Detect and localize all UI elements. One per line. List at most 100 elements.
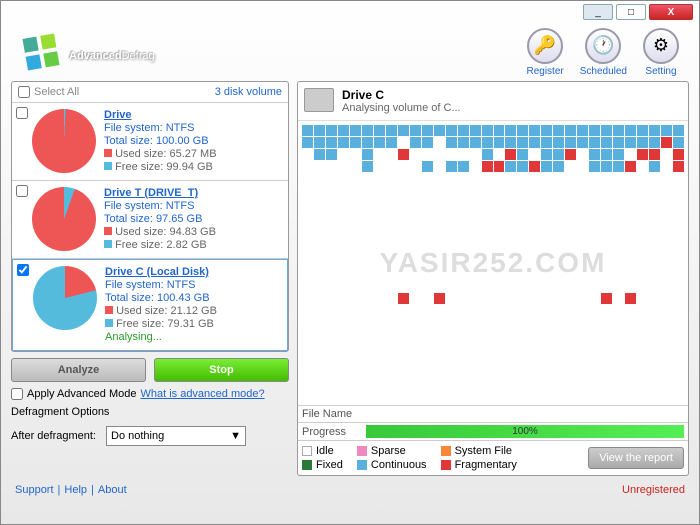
legend-system: System File	[441, 445, 517, 457]
drive-item[interactable]: Drive File system: NTFS Total size: 100.…	[12, 103, 288, 181]
left-panel: Select All 3 disk volume Drive File syst…	[11, 81, 289, 476]
cluster-cell	[386, 161, 397, 172]
cluster-cell	[458, 209, 469, 220]
cluster-cell	[386, 293, 397, 304]
apply-advanced-mode-checkbox[interactable]: Apply Advanced Mode What is advanced mod…	[11, 388, 289, 400]
cluster-cell	[302, 137, 313, 148]
cluster-cell	[482, 293, 493, 304]
pie-chart-icon	[32, 187, 96, 251]
close-button[interactable]: X	[649, 4, 693, 20]
drive-item-selected[interactable]: Drive C (Local Disk) File system: NTFS T…	[12, 259, 288, 351]
cluster-cell	[577, 209, 588, 220]
cluster-cell	[565, 149, 576, 160]
drive-checkbox[interactable]	[16, 185, 28, 197]
cluster-cell	[410, 293, 421, 304]
cluster-cell	[529, 149, 540, 160]
legend-fragmentary: Fragmentary	[441, 459, 517, 471]
view-report-button[interactable]: View the report	[588, 447, 684, 469]
cluster-cell	[362, 281, 373, 292]
cluster-cell	[637, 197, 648, 208]
cluster-cell	[529, 221, 540, 232]
cluster-cell	[517, 293, 528, 304]
cluster-cell	[362, 197, 373, 208]
maximize-button[interactable]: □	[616, 4, 646, 20]
cluster-cell	[482, 125, 493, 136]
cluster-cell	[314, 173, 325, 184]
cluster-cell	[434, 185, 445, 196]
cluster-cell	[577, 137, 588, 148]
cluster-cell	[326, 149, 337, 160]
help-link[interactable]: Help	[64, 484, 87, 496]
cluster-cell	[589, 125, 600, 136]
cluster-cell	[458, 197, 469, 208]
cluster-cell	[338, 185, 349, 196]
cluster-cell	[613, 233, 624, 244]
what-advanced-link[interactable]: What is advanced mode?	[140, 388, 264, 400]
cluster-cell	[422, 125, 433, 136]
cluster-cell	[625, 245, 636, 256]
drive-item[interactable]: Drive T (DRIVE_T) File system: NTFS Tota…	[12, 181, 288, 259]
cluster-cell	[302, 293, 313, 304]
drive-checkbox[interactable]	[16, 107, 28, 119]
analyze-button[interactable]: Analyze	[11, 358, 146, 382]
about-link[interactable]: About	[98, 484, 127, 496]
cluster-cell	[386, 185, 397, 196]
cluster-cell	[314, 149, 325, 160]
cluster-cell	[374, 281, 385, 292]
pie-chart-icon	[33, 266, 97, 330]
cluster-cell	[517, 209, 528, 220]
cluster-cell	[410, 233, 421, 244]
cluster-cell	[541, 149, 552, 160]
cluster-cell	[398, 137, 409, 148]
cluster-cell	[577, 161, 588, 172]
stop-button[interactable]: Stop	[154, 358, 289, 382]
cluster-cell	[577, 185, 588, 196]
after-defragment-combo[interactable]: Do nothing ▼	[106, 426, 246, 446]
select-all-checkbox[interactable]: Select All	[18, 86, 79, 98]
cluster-cell	[326, 197, 337, 208]
cluster-cell	[649, 137, 660, 148]
cluster-cell	[505, 125, 516, 136]
scheduled-button[interactable]: 🕐 Scheduled	[580, 28, 627, 77]
legend: Idle Sparse System File Fixed Continuous…	[298, 440, 688, 475]
watermark: YASIR252.COM	[380, 247, 607, 279]
support-link[interactable]: Support	[15, 484, 54, 496]
cluster-cell	[302, 257, 313, 268]
minimize-button[interactable]: _	[583, 4, 613, 20]
drive-checkbox[interactable]	[17, 264, 29, 276]
cluster-cell	[410, 173, 421, 184]
cluster-cell	[625, 293, 636, 304]
cluster-cell	[637, 161, 648, 172]
cluster-cell	[529, 197, 540, 208]
cluster-cell	[374, 125, 385, 136]
cluster-cell	[661, 197, 672, 208]
cluster-cell	[661, 185, 672, 196]
cluster-cell	[434, 173, 445, 184]
register-button[interactable]: 🔑 Register	[526, 28, 563, 77]
cluster-cell	[661, 209, 672, 220]
cluster-cell	[350, 257, 361, 268]
cluster-cell	[362, 173, 373, 184]
cluster-cell	[565, 221, 576, 232]
cluster-cell	[505, 173, 516, 184]
setting-button[interactable]: ⚙ Setting	[643, 28, 679, 77]
cluster-cell	[314, 197, 325, 208]
cluster-cell	[625, 137, 636, 148]
drive-list: Select All 3 disk volume Drive File syst…	[11, 81, 289, 352]
cluster-cell	[565, 137, 576, 148]
cluster-cell	[338, 161, 349, 172]
cluster-cell	[613, 221, 624, 232]
cluster-cell	[613, 257, 624, 268]
cluster-cell	[565, 233, 576, 244]
cluster-cell	[625, 269, 636, 280]
cluster-cell	[326, 137, 337, 148]
cluster-cell	[338, 137, 349, 148]
cluster-cell	[589, 209, 600, 220]
cluster-cell	[541, 197, 552, 208]
cluster-cell	[601, 125, 612, 136]
cluster-cell	[398, 185, 409, 196]
cluster-cell	[386, 173, 397, 184]
cluster-cell	[637, 173, 648, 184]
cluster-cell	[637, 281, 648, 292]
cluster-cell	[529, 137, 540, 148]
